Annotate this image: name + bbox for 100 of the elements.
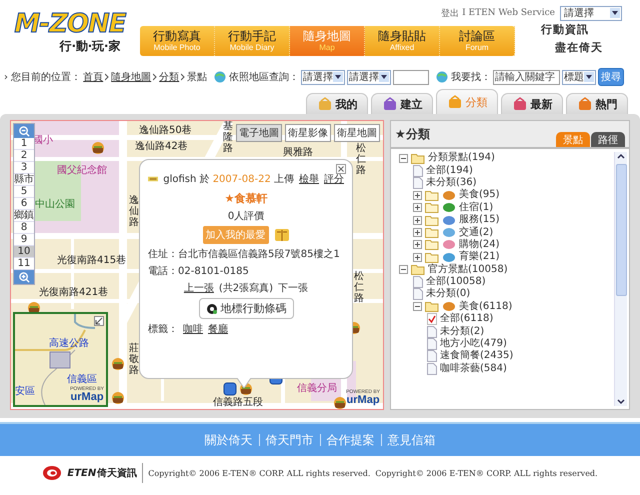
tree-item[interactable]: 地方小吃(479) [440, 338, 507, 350]
service-label: I ETEN Web Service [462, 8, 555, 18]
expander-icon[interactable] [413, 216, 422, 225]
expander-icon[interactable] [399, 154, 408, 163]
tree-item[interactable]: 購物(24) [459, 238, 500, 251]
zoom-level[interactable]: 鄉鎮 [14, 210, 34, 222]
service-select[interactable]: 請選擇 [560, 6, 622, 20]
scrollbar[interactable] [614, 152, 627, 406]
tag-link[interactable]: 餐廳 [208, 322, 228, 336]
zoom-level[interactable]: 6 [14, 198, 34, 210]
zoom-level[interactable]: 8 [14, 222, 34, 234]
popup-link[interactable]: 檢舉 [299, 172, 319, 186]
map-type-button[interactable]: 衛星地圖 [334, 124, 380, 142]
region-select[interactable]: 請選擇 [301, 70, 346, 84]
zoom-in-button[interactable] [14, 270, 34, 284]
nav-tab[interactable]: 行動寫真 Mobile Photo [140, 26, 215, 56]
keyword-input[interactable]: 請輸入關鍵字 [493, 70, 560, 84]
tree-item[interactable]: 未分類(2) [440, 326, 484, 338]
phone-text: 電話：02-8101-0185 [148, 264, 250, 278]
food-marker-icon[interactable] [91, 141, 105, 155]
map-label: 光復南路421巷 [39, 287, 108, 298]
breadcrumb-link[interactable]: 隨身地圖 [111, 70, 152, 84]
tree-item[interactable]: 官方景點(10058) [428, 264, 508, 276]
zoom-level[interactable]: 1 [14, 138, 34, 150]
breadcrumb-link[interactable]: 分類 [159, 70, 180, 84]
section-tab[interactable]: 建立 [371, 93, 433, 114]
tree-item[interactable]: 育樂(21) [459, 251, 500, 264]
tree-item[interactable]: 全部(6118) [440, 313, 494, 326]
tree-item[interactable]: 未分類(0) [426, 288, 470, 300]
tree-item[interactable]: 服務(15) [459, 214, 500, 226]
zoom-level[interactable]: 3 [14, 162, 34, 174]
checkmark-icon[interactable] [427, 313, 437, 326]
category-icon [442, 190, 456, 201]
close-icon[interactable] [336, 164, 346, 174]
barcode-icon [206, 302, 218, 314]
expander-icon[interactable] [413, 240, 422, 250]
logout-link[interactable]: 登出 [441, 6, 460, 20]
collapse-icon[interactable] [94, 316, 104, 326]
chevron-icon [153, 73, 158, 81]
expander-icon[interactable] [413, 228, 422, 238]
food-marker-icon[interactable] [111, 357, 125, 371]
section-tab[interactable]: 我的 [306, 93, 368, 114]
breadcrumb-current: 景點 [187, 70, 208, 84]
tree-item[interactable]: 速食簡餐(2435) [440, 350, 514, 362]
folder-icon [425, 190, 439, 201]
scroll-thumb[interactable] [616, 164, 626, 296]
tree-item[interactable]: 住宿(1) [459, 202, 494, 214]
tree-item[interactable]: 咖啡茶藝(584) [440, 362, 507, 375]
map-type-button[interactable]: 衛星影像 [285, 124, 331, 142]
photo-thumbnail[interactable] [148, 175, 158, 183]
region-input[interactable] [393, 70, 430, 84]
map-label: 逸仙路50巷 [139, 125, 192, 136]
zoom-level[interactable]: 11 [14, 258, 34, 270]
map-label: 興雅路 [283, 147, 313, 158]
breadcrumb-link[interactable]: 首頁 [83, 70, 104, 84]
tree-item[interactable]: 美食(6118) [459, 300, 512, 313]
section-tab[interactable]: 熱門 [566, 93, 628, 114]
expander-icon[interactable] [413, 190, 422, 200]
expander-icon[interactable] [413, 203, 422, 212]
tree-item[interactable]: 未分類(36) [426, 176, 477, 189]
category-icon [442, 239, 456, 250]
tree-item[interactable]: 美食(95) [459, 189, 500, 202]
expander-icon[interactable] [413, 302, 422, 312]
section-tab[interactable]: 最新 [501, 93, 563, 114]
minimap-label: 信義區 [67, 373, 97, 386]
zoom-level[interactable]: 縣市 [14, 174, 34, 186]
tree-item[interactable]: 全部(194) [426, 164, 473, 177]
photo-count: (共2張寫真) [218, 282, 274, 295]
tree-item[interactable]: 全部(10058) [426, 276, 486, 288]
zoom-level[interactable]: 9 [14, 234, 34, 246]
category-icon [442, 252, 456, 263]
minimap-label: 安區 [15, 384, 35, 398]
expander-icon[interactable] [413, 252, 422, 262]
search-field-select[interactable]: 標題 [562, 70, 596, 84]
map-pin-icon[interactable] [223, 382, 237, 396]
nav-tab[interactable]: 討論區 Forum [440, 26, 515, 56]
popup-link[interactable]: 評分 [324, 172, 344, 186]
keyword-search-label: 我要找： [451, 70, 492, 84]
food-marker-icon[interactable] [111, 391, 125, 405]
box-icon [382, 96, 398, 112]
previous-photo-link[interactable]: 上一張 [184, 281, 214, 295]
folder-icon [411, 152, 425, 164]
expander-icon[interactable] [399, 265, 408, 274]
zoom-level[interactable]: 2 [14, 150, 34, 162]
tree-item[interactable]: 交通(2) [459, 226, 494, 239]
folder-icon [425, 239, 439, 250]
nav-tab[interactable]: 隨身貼貼 Affixed [365, 26, 440, 56]
zoom-level[interactable]: 10 [14, 246, 34, 258]
map-label: 中山公園 [35, 199, 75, 210]
next-photo-link[interactable]: 下一張 [278, 281, 308, 295]
zoom-level[interactable]: 5 [14, 186, 34, 198]
food-marker-icon[interactable] [333, 396, 347, 409]
zoom-in-icon [18, 272, 30, 282]
panel-tab[interactable]: 路徑 [591, 132, 625, 147]
tag-link[interactable]: 咖啡 [183, 322, 203, 336]
region-select[interactable]: 請選擇 [347, 70, 392, 84]
chevron-icon [105, 73, 110, 81]
tree-item[interactable]: 分類景點(194) [428, 152, 495, 164]
map-type-button[interactable]: 電子地圖 [236, 124, 282, 142]
zoom-out-button[interactable] [14, 124, 34, 138]
